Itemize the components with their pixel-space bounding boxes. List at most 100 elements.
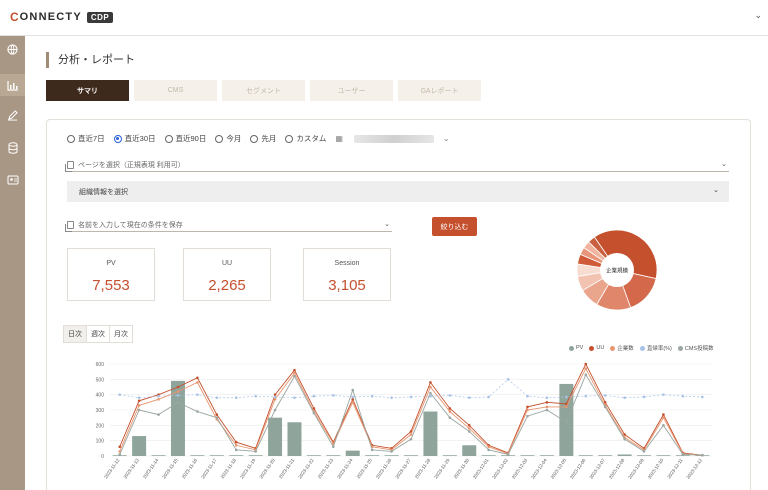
series-point[interactable]: [526, 394, 529, 398]
series-point[interactable]: [176, 401, 180, 404]
company-size-donut-chart[interactable]: 企業規模: [575, 228, 659, 312]
bar-pv[interactable]: [404, 455, 418, 456]
custom-date-range-field[interactable]: [353, 134, 434, 143]
series-point[interactable]: [623, 437, 626, 441]
radio-last-30-days[interactable]: 直近30日: [113, 133, 156, 144]
bar-pv[interactable]: [190, 455, 205, 456]
series-point[interactable]: [254, 394, 257, 398]
radio-button[interactable]: [67, 134, 75, 143]
series-point[interactable]: [642, 395, 646, 399]
series-point[interactable]: [584, 373, 588, 377]
bar-pv[interactable]: [326, 455, 341, 456]
series-point[interactable]: [390, 396, 393, 400]
series-point[interactable]: [176, 385, 180, 389]
series-point[interactable]: [157, 413, 160, 416]
series-point[interactable]: [118, 445, 122, 449]
series-point[interactable]: [448, 416, 452, 419]
legend-item-bounce-rate[interactable]: 直帰率(%): [639, 344, 672, 352]
series-point[interactable]: [506, 378, 510, 381]
bar-pv[interactable]: [578, 455, 593, 456]
series-point[interactable]: [506, 453, 510, 456]
bar-pv[interactable]: [637, 455, 652, 456]
bar-pv[interactable]: [132, 436, 147, 456]
series-point[interactable]: [118, 453, 122, 456]
period-daily-button[interactable]: 日次: [63, 325, 87, 343]
series-point[interactable]: [273, 393, 277, 396]
bar-pv[interactable]: [209, 455, 224, 456]
series-line[interactable]: [119, 362, 703, 456]
bar-pv[interactable]: [442, 455, 457, 456]
legend-item-cms-posts[interactable]: CMS投稿数: [677, 344, 714, 352]
series-point[interactable]: [642, 450, 646, 453]
series-point[interactable]: [429, 381, 432, 384]
series-point[interactable]: [215, 416, 219, 419]
radio-button[interactable]: [285, 134, 294, 143]
series-point[interactable]: [234, 448, 238, 452]
series-point[interactable]: [351, 388, 355, 392]
series-point[interactable]: [409, 433, 413, 436]
series-point[interactable]: [487, 445, 490, 449]
series-point[interactable]: [157, 394, 160, 398]
bar-pv[interactable]: [481, 455, 496, 456]
radio-button[interactable]: [215, 134, 224, 143]
radio-button[interactable]: [250, 134, 259, 143]
series-point[interactable]: [196, 376, 199, 380]
series-point[interactable]: [565, 420, 568, 424]
series-point[interactable]: [565, 405, 568, 409]
series-point[interactable]: [332, 445, 335, 449]
series-point[interactable]: [467, 424, 471, 427]
series-point[interactable]: [467, 427, 471, 430]
series-point[interactable]: [662, 413, 665, 416]
radio-last-month[interactable]: 先月: [250, 133, 276, 144]
series-point[interactable]: [662, 416, 665, 419]
sidebar-edit-icon[interactable]: [5, 108, 20, 123]
legend-item-uu[interactable]: UU: [589, 345, 604, 351]
series-point[interactable]: [351, 401, 355, 404]
bar-pv[interactable]: [539, 455, 554, 456]
series-point[interactable]: [584, 367, 588, 370]
series-point[interactable]: [273, 395, 277, 399]
bar-pv[interactable]: [229, 455, 244, 456]
org-select[interactable]: 組織情報を選択 ⌄: [67, 181, 729, 202]
series-point[interactable]: [662, 424, 665, 427]
series-point[interactable]: [565, 395, 568, 399]
series-point[interactable]: [273, 397, 277, 401]
series-point[interactable]: [137, 396, 141, 400]
tab-cms[interactable]: CMS: [134, 80, 217, 101]
series-point[interactable]: [603, 394, 607, 397]
sidebar-analytics-icon[interactable]: [0, 74, 25, 96]
series-point[interactable]: [234, 443, 238, 447]
series-point[interactable]: [234, 396, 238, 400]
series-point[interactable]: [293, 368, 296, 372]
radio-button[interactable]: [164, 134, 173, 143]
series-point[interactable]: [254, 450, 257, 453]
series-line[interactable]: [119, 373, 703, 456]
bar-pv[interactable]: [423, 411, 438, 456]
series-point[interactable]: [351, 395, 355, 399]
account-chevron-down-icon[interactable]: ⌄: [754, 10, 762, 21]
page-select[interactable]: ページを選択（正規表現 利用可） ⌄: [65, 158, 729, 172]
tab-user[interactable]: ユーザー: [310, 80, 393, 101]
chevron-down-icon[interactable]: ⌄: [443, 134, 450, 143]
bar-pv[interactable]: [345, 450, 360, 456]
series-point[interactable]: [487, 395, 490, 399]
series-point[interactable]: [545, 405, 549, 409]
bar-pv[interactable]: [462, 445, 477, 456]
series-point[interactable]: [467, 396, 471, 400]
bar-pv[interactable]: [384, 455, 399, 456]
period-weekly-button[interactable]: 週次: [86, 325, 110, 343]
filter-button[interactable]: 絞り込む: [432, 217, 477, 236]
radio-custom[interactable]: カスタム: [285, 133, 326, 144]
legend-item-pv[interactable]: PV: [569, 345, 583, 351]
series-point[interactable]: [526, 408, 529, 412]
series-point[interactable]: [448, 410, 452, 413]
series-point[interactable]: [623, 396, 626, 400]
series-point[interactable]: [312, 394, 316, 398]
series-point[interactable]: [603, 405, 607, 409]
series-line[interactable]: [119, 367, 703, 456]
series-point[interactable]: [545, 408, 549, 412]
tab-summary[interactable]: サマリ: [46, 80, 129, 101]
series-point[interactable]: [312, 411, 316, 415]
legend-item-companies[interactable]: 企業数: [610, 344, 634, 352]
series-point[interactable]: [526, 405, 529, 409]
